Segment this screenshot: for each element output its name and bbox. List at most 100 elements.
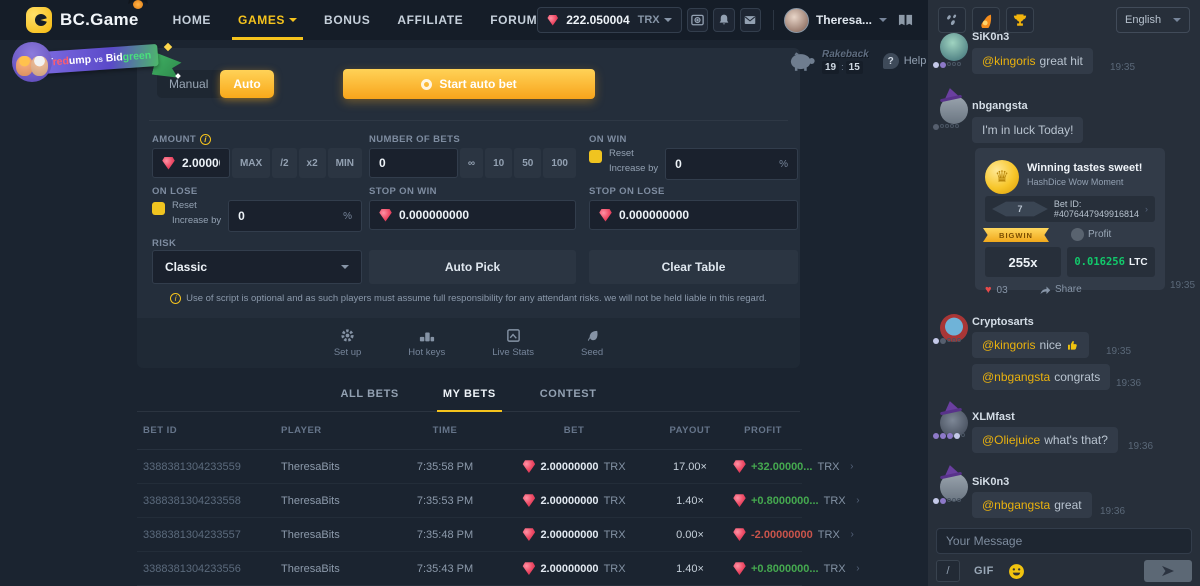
likes-button[interactable]: ♥ 03 [985, 284, 1008, 296]
commands-button[interactable]: / [936, 560, 960, 582]
menu-item-bonus[interactable]: BONUS [324, 0, 370, 40]
gif-button[interactable]: GIF [974, 565, 994, 577]
mail-button[interactable] [740, 8, 762, 32]
chat-username[interactable]: XLMfast [972, 411, 1015, 423]
amount-double-button[interactable]: x2 [299, 148, 326, 178]
chat-panel-icon [897, 13, 914, 28]
risk-dropdown[interactable]: Classic [152, 250, 362, 284]
user-mention[interactable]: @Oliejuice [982, 433, 1040, 447]
user-mention[interactable]: @nbgangsta [982, 370, 1050, 384]
vault-button[interactable] [687, 8, 709, 32]
chat-message-input[interactable] [946, 534, 1182, 548]
notifications-button[interactable] [713, 8, 735, 32]
amount-min-button[interactable]: MIN [328, 148, 362, 178]
user-mention[interactable]: @kingoris [982, 338, 1036, 352]
tab-contest[interactable]: CONTEST [540, 378, 597, 411]
auto-pick-button[interactable]: Auto Pick [369, 250, 576, 284]
table-row[interactable]: 3388381304233556 TheresaBits 7:35:43 PM … [137, 552, 802, 586]
message-time: 19:36 [1128, 441, 1153, 452]
banner-ribbon: Tredump vs Bidgreen [39, 44, 158, 74]
number-of-bets-input[interactable] [379, 156, 448, 170]
amount-input[interactable] [182, 156, 220, 170]
avatar[interactable] [940, 473, 968, 501]
bets-infinite-button[interactable]: ∞ [460, 148, 483, 178]
user-badges [933, 338, 961, 344]
win-card-bet-id[interactable]: 7 Bet ID: #4076447949916814 › [985, 196, 1155, 222]
help-button[interactable]: ? Help [883, 53, 927, 69]
chat-username[interactable]: Cryptosarts [972, 316, 1034, 328]
bigwin-badge: BIGWIN [983, 228, 1049, 242]
message-time: 19:35 [1110, 62, 1135, 73]
start-auto-bet-button[interactable]: Start auto bet [343, 69, 595, 99]
menu-item-home[interactable]: HOME [173, 0, 211, 40]
stop-on-lose-input[interactable] [619, 208, 788, 222]
menu-label: BONUS [324, 13, 370, 27]
logo[interactable]: BC.Game [26, 7, 139, 33]
chat-username[interactable]: SiK0n3 [972, 31, 1009, 43]
setup-button[interactable]: Set up [334, 328, 361, 358]
win-card[interactable]: ♛ Winning tastes sweet! HashDice Wow Mom… [975, 148, 1165, 290]
user-mention[interactable]: @kingoris [982, 54, 1036, 68]
avatar[interactable] [940, 33, 968, 61]
user-menu[interactable]: Theresa... [784, 8, 887, 33]
on-lose-reset-checkbox[interactable] [152, 202, 165, 215]
bc-game-app: BC.Game HOME GAMES BONUS AFFILIATE FORUM… [0, 0, 1200, 586]
table-row[interactable]: 3388381304233558 TheresaBits 7:35:53 PM … [137, 484, 802, 518]
user-mention[interactable]: @nbgangsta [982, 498, 1050, 512]
balance-pill[interactable]: 222.050004 TRX [537, 7, 681, 33]
trx-gem-icon [379, 209, 392, 222]
contest-button[interactable] [1006, 7, 1034, 33]
player-name: TheresaBits [281, 563, 389, 575]
hot-keys-button[interactable]: Hot keys [408, 329, 445, 358]
stats-icon [506, 328, 521, 343]
seed-icon [585, 328, 600, 343]
win-card-subtitle: HashDice Wow Moment [1027, 177, 1123, 187]
avatar[interactable] [940, 96, 968, 124]
seed-label: Seed [581, 347, 603, 358]
win-card-title: Winning tastes sweet! [1027, 162, 1142, 174]
coin-rain-button[interactable] [938, 7, 966, 33]
chat-topbar: English [928, 0, 1200, 40]
chat-username[interactable]: SiK0n3 [972, 476, 1009, 488]
language-selector[interactable]: English [1116, 7, 1190, 33]
timer-colon: : [841, 62, 844, 72]
info-icon[interactable]: i [200, 134, 211, 145]
stop-on-win-input[interactable] [399, 208, 566, 222]
tab-my-bets[interactable]: MY BETS [443, 378, 496, 411]
amount-max-button[interactable]: MAX [232, 148, 270, 178]
on-win-increase-input[interactable] [675, 157, 772, 171]
menu-item-affiliate[interactable]: AFFILIATE [397, 0, 463, 40]
tab-all-bets[interactable]: ALL BETS [340, 378, 398, 411]
bets-50-button[interactable]: 50 [514, 148, 541, 178]
menu-item-games[interactable]: GAMES [238, 0, 297, 40]
message-time: 19:36 [1116, 378, 1141, 389]
menu-item-forum[interactable]: FORUM [490, 0, 537, 40]
currency-selector[interactable]: TRX [638, 14, 672, 26]
chat-username[interactable]: nbgangsta [972, 100, 1028, 112]
menu-label: FORUM [490, 13, 537, 27]
increase-by-label: Increase by [609, 163, 658, 174]
emoji-button[interactable] [1008, 563, 1025, 580]
on-lose-increase-input[interactable] [238, 209, 336, 223]
share-button[interactable]: Share [1039, 284, 1082, 295]
live-stats-button[interactable]: Live Stats [492, 328, 534, 358]
likes-count: 03 [997, 285, 1008, 296]
event-banner[interactable]: Tredump vs Bidgreen [10, 40, 190, 84]
chat-toggle-button[interactable] [897, 13, 914, 28]
clear-table-button[interactable]: Clear Table [589, 250, 798, 284]
amount-half-button[interactable]: /2 [272, 148, 296, 178]
balance-amount: 222.050004 [566, 13, 629, 27]
chevron-down-icon [1173, 18, 1181, 22]
logo-icon [26, 7, 52, 33]
tab-auto[interactable]: Auto [220, 70, 273, 98]
live-stats-label: Live Stats [492, 347, 534, 358]
hot-keys-label: Hot keys [408, 347, 445, 358]
bets-100-button[interactable]: 100 [543, 148, 576, 178]
seed-button[interactable]: Seed [581, 328, 603, 358]
on-win-reset-checkbox[interactable] [589, 150, 602, 163]
table-row[interactable]: 3388381304233557 TheresaBits 7:35:48 PM … [137, 518, 802, 552]
fireball-button[interactable] [972, 7, 1000, 33]
send-message-button[interactable] [1144, 560, 1192, 582]
bets-10-button[interactable]: 10 [485, 148, 512, 178]
table-row[interactable]: 3388381304233559 TheresaBits 7:35:58 PM … [137, 450, 802, 484]
